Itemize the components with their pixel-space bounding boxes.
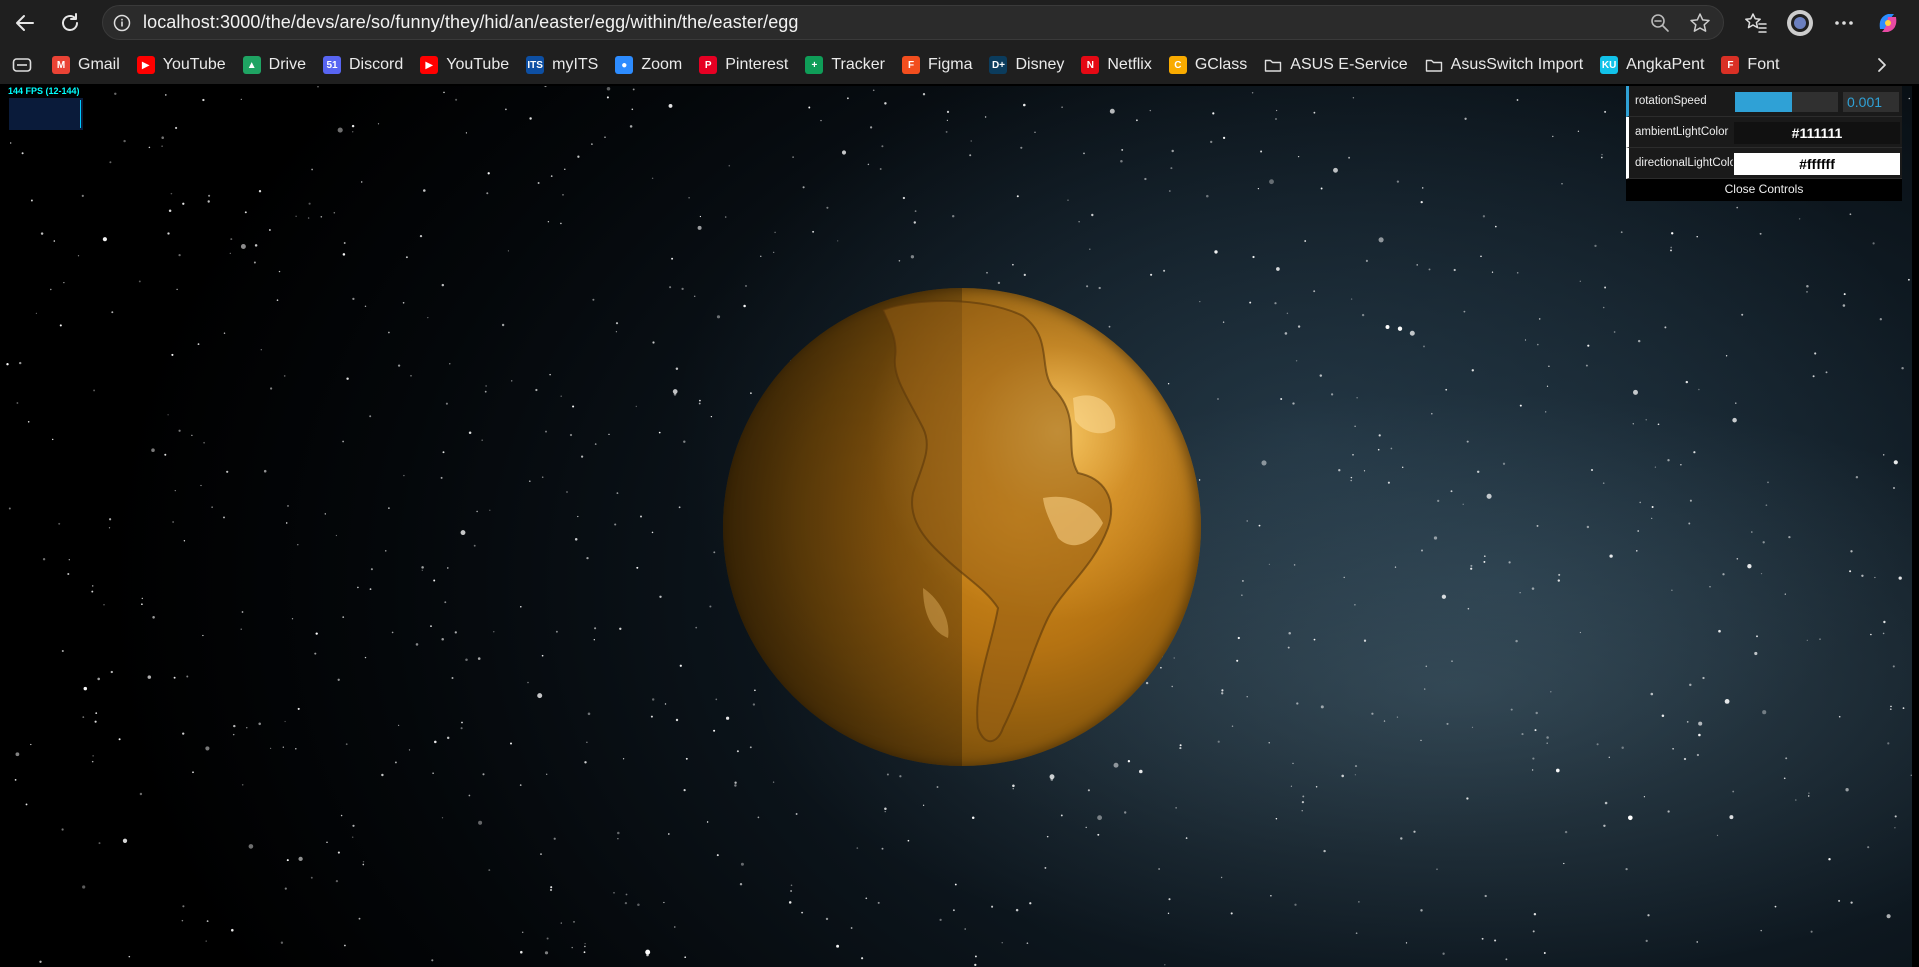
directional-light-color-label: directionalLightColor [1635, 157, 1733, 169]
bookmarks-bar: M Gmail ▶ YouTube ▲ Drive 51 Discord ▶ YouTube ITS… [0, 48, 1919, 82]
bookmark-asusswitch-import[interactable]: AsusSwitch Import [1419, 51, 1589, 79]
refresh-button[interactable] [55, 8, 85, 38]
site-info-icon[interactable] [111, 12, 133, 34]
favorite-star-icon[interactable] [1687, 10, 1713, 36]
more-menu-icon[interactable] [1828, 7, 1860, 39]
disney-icon: D+ [989, 56, 1008, 74]
close-controls-button[interactable]: Close Controls [1626, 179, 1902, 201]
directional-light-color-input[interactable]: #ffffff [1734, 153, 1900, 175]
rotation-speed-input[interactable]: 0.001 [1843, 92, 1899, 112]
bookmark-angkapent[interactable]: KU AngkaPent [1594, 51, 1710, 79]
bookmark-label: AngkaPent [1626, 56, 1705, 73]
bookmark-label: Figma [928, 56, 973, 73]
myits-icon: ITS [526, 56, 545, 74]
directional-light-color-control: directionalLightColor #ffffff [1626, 148, 1902, 179]
url-text[interactable]: localhost:3000/the/devs/are/so/funny/the… [143, 12, 799, 33]
profile-avatar-icon[interactable] [1784, 7, 1816, 39]
bookmark-label: Gmail [78, 56, 120, 73]
bookmark-label: YouTube [446, 56, 510, 73]
gmail-icon: M [52, 56, 70, 74]
bookmark-label: Font [1747, 56, 1780, 73]
fps-graph [9, 98, 83, 130]
pinterest-icon: P [699, 56, 718, 74]
zoom-out-icon[interactable] [1647, 10, 1673, 36]
bookmark-label: myITS [552, 56, 599, 73]
bookmark-label: Drive [268, 56, 306, 73]
font-icon: F [1721, 56, 1740, 74]
bookmark-label: Zoom [641, 56, 683, 73]
figma-icon: F [902, 56, 921, 74]
folder-icon [1425, 56, 1443, 74]
drive-icon: ▲ [242, 56, 261, 74]
bookmark-label: ASUS E-Service [1290, 56, 1408, 73]
favorites-icon[interactable] [1740, 7, 1772, 39]
ambient-light-color-label: ambientLightColor [1635, 126, 1729, 138]
angkapent-icon: KU [1600, 56, 1619, 74]
bookmark-figma[interactable]: F Figma [896, 51, 978, 79]
bookmark-label: Pinterest [725, 56, 789, 73]
sheets-icon: + [805, 56, 824, 74]
browser-toolbar: localhost:3000/the/devs/are/so/funny/the… [0, 0, 1919, 46]
bookmark-label: Discord [349, 56, 404, 73]
bookmark-label: GClass [1194, 56, 1248, 73]
browser-chrome: localhost:3000/the/devs/are/so/funny/the… [0, 0, 1919, 84]
bookmark-font[interactable]: F Font [1715, 51, 1785, 79]
folder-icon [1264, 56, 1282, 74]
bookmark-label: YouTube [162, 56, 226, 73]
continent-relief [881, 299, 1116, 743]
planet-globe[interactable] [723, 288, 1201, 766]
fps-readout: 144 FPS (12-144) [8, 86, 80, 96]
controls-panel: rotationSpeed 0.001 ambientLightColor #1… [1626, 86, 1902, 201]
rotation-speed-control: rotationSpeed 0.001 [1626, 86, 1902, 117]
bookmark-label: Netflix [1107, 56, 1152, 73]
fps-graph-bar [80, 100, 81, 128]
threejs-canvas[interactable]: 144 FPS (12-144) rotationSpeed 0.001 amb… [4, 86, 1912, 967]
bookmark-asus-e-service[interactable]: ASUS E-Service [1258, 51, 1413, 79]
bookmarks-overflow-chevron-icon[interactable] [1869, 52, 1895, 78]
bookmark-gmail[interactable]: M Gmail [46, 51, 126, 79]
rotation-speed-slider-fill [1735, 92, 1792, 112]
bookmark-tracker[interactable]: + Tracker [799, 51, 891, 79]
rotation-speed-slider[interactable] [1735, 92, 1838, 112]
ambient-light-color-control: ambientLightColor #111111 [1626, 117, 1902, 148]
copilot-icon[interactable] [1872, 7, 1904, 39]
back-arrow-icon [16, 15, 34, 31]
back-button[interactable] [10, 8, 40, 38]
bookmark-pinterest[interactable]: P Pinterest [693, 51, 794, 79]
fps-stats-panel[interactable]: 144 FPS (12-144) [6, 86, 86, 134]
bookmark-netflix[interactable]: N Netflix [1075, 51, 1157, 79]
zoom-icon: ● [615, 56, 634, 74]
classroom-icon: C [1168, 56, 1187, 74]
bookmark-drive[interactable]: ▲ Drive [237, 51, 312, 79]
bookmark-label: AsusSwitch Import [1450, 56, 1584, 73]
youtube-icon: ▶ [136, 56, 155, 74]
bookmark-youtube[interactable]: ▶ YouTube [414, 51, 515, 79]
youtube-icon: ▶ [420, 56, 439, 74]
bookmark-gclass[interactable]: C GClass [1163, 51, 1253, 79]
bookmark-label: Tracker [831, 56, 886, 73]
bookmark-myits[interactable]: ITS myITS [520, 51, 604, 79]
netflix-icon: N [1081, 56, 1100, 74]
bookmark-label: Disney [1015, 56, 1065, 73]
rotation-speed-label: rotationSpeed [1635, 95, 1707, 107]
refresh-icon [62, 13, 78, 31]
bookmark-youtube[interactable]: ▶ YouTube [131, 51, 232, 79]
discord-icon: 51 [323, 56, 341, 74]
address-bar[interactable]: localhost:3000/the/devs/are/so/funny/the… [102, 5, 1724, 40]
bookmark-disney[interactable]: D+ Disney [983, 51, 1070, 79]
ambient-light-color-input[interactable]: #111111 [1734, 122, 1900, 144]
tab-actions-icon[interactable] [10, 53, 34, 77]
bookmark-zoom[interactable]: ● Zoom [609, 51, 688, 79]
bookmark-discord[interactable]: 51 Discord [317, 51, 409, 79]
